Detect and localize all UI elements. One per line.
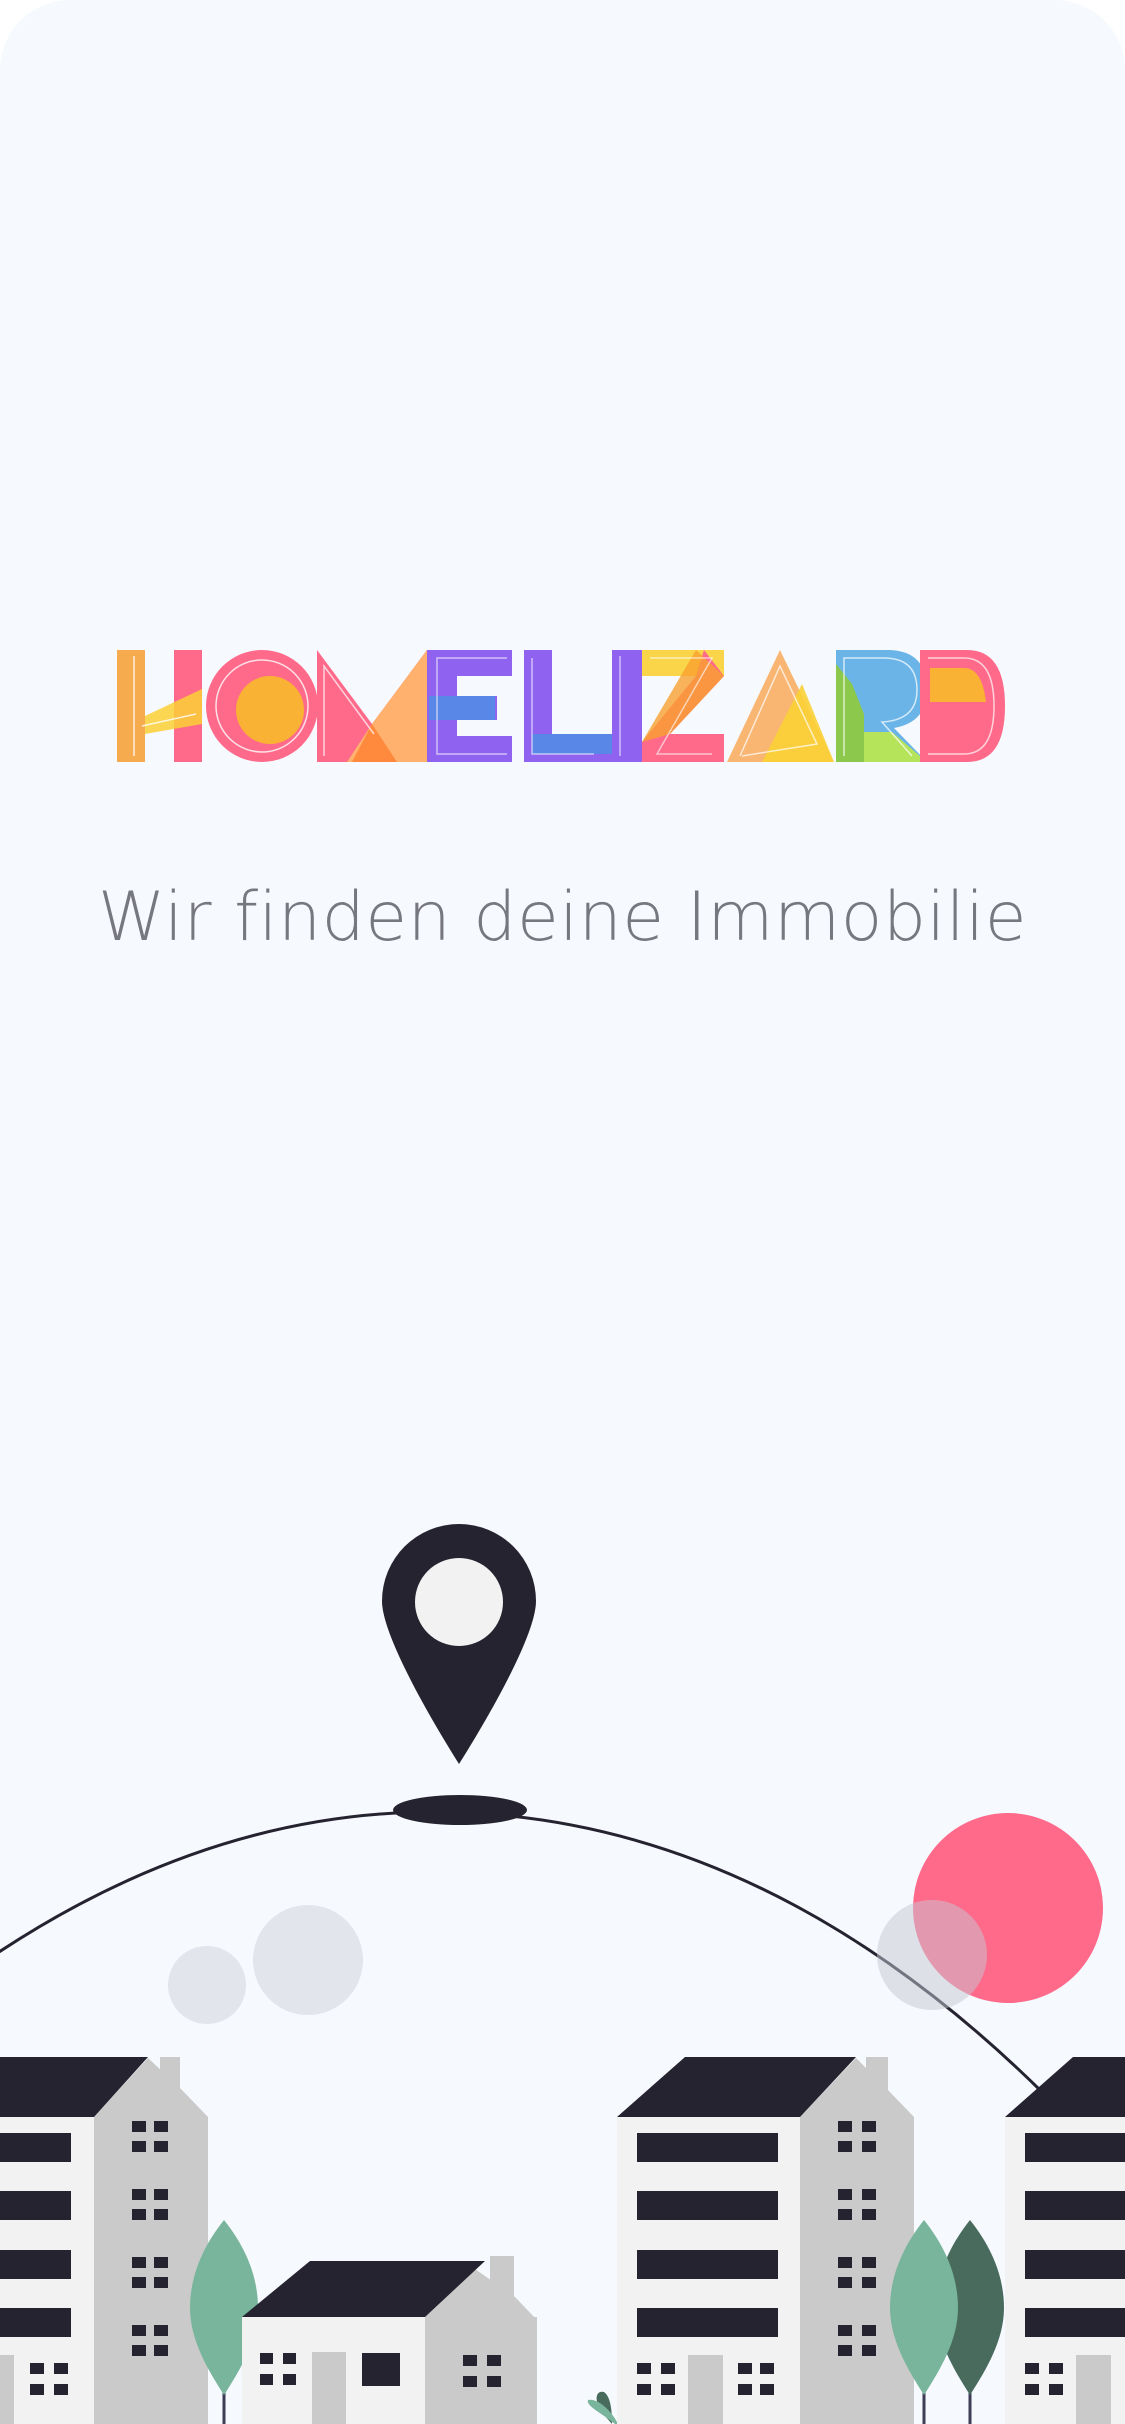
logo-letter-r [836,650,927,762]
building-far-right [1005,2057,1125,2424]
logo-letter-a [727,650,834,762]
map-pin-icon [382,1524,536,1825]
splash-screen: Wir finden deine Immobilie [0,0,1125,2424]
logo-letter-h [117,650,202,762]
city-illustration [0,1500,1125,2424]
tagline: Wir finden deine Immobilie [97,878,1028,957]
logo-letter-l [524,650,617,762]
logo-letter-d [920,650,1005,762]
logo-letter-z [642,650,724,762]
bubble [253,1905,363,2015]
bubble [877,1900,987,2010]
homelizard-logo [112,644,1012,766]
building-small-house [242,2256,537,2424]
building-left [0,2057,208,2424]
bubble [168,1946,246,2024]
logo-letter-e [427,650,512,762]
plant [587,2391,618,2424]
logo-letter-m [317,650,427,762]
logo-letter-i [612,650,642,762]
logo-letter-o [206,650,318,762]
building-right [617,2057,914,2424]
